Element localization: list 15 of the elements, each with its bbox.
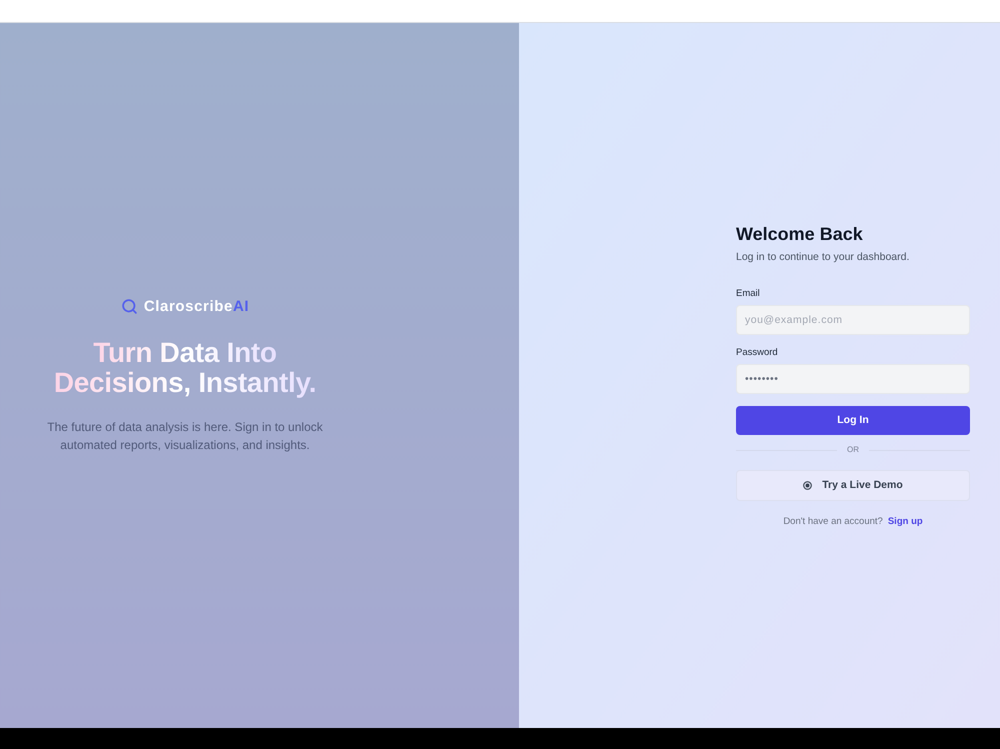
input-field[interactable]: •••••••• xyxy=(736,364,970,394)
record-icon xyxy=(803,481,812,490)
login-button[interactable]: Log In xyxy=(736,406,970,435)
logo-text: ClaroscribeAI xyxy=(144,298,250,316)
search-icon xyxy=(120,298,138,315)
signup-prompt: Don't have an account? xyxy=(783,516,883,528)
input-field[interactable]: you@example.com xyxy=(736,305,970,335)
demo-button[interactable]: Try a Live Demo xyxy=(736,470,970,501)
login-title: Welcome Back xyxy=(736,223,864,245)
hero-subtitle: The future of data analysis is here. Sign in to unlock automated reports, visualizations, and insights. xyxy=(46,418,324,454)
login-subtitle: Log in to continue to your dashboard. xyxy=(736,250,910,264)
field-label: Email xyxy=(736,288,761,300)
divider-label: OR xyxy=(847,445,859,455)
signup-link[interactable]: Sign up xyxy=(888,516,923,528)
field-label: Password xyxy=(736,347,779,359)
